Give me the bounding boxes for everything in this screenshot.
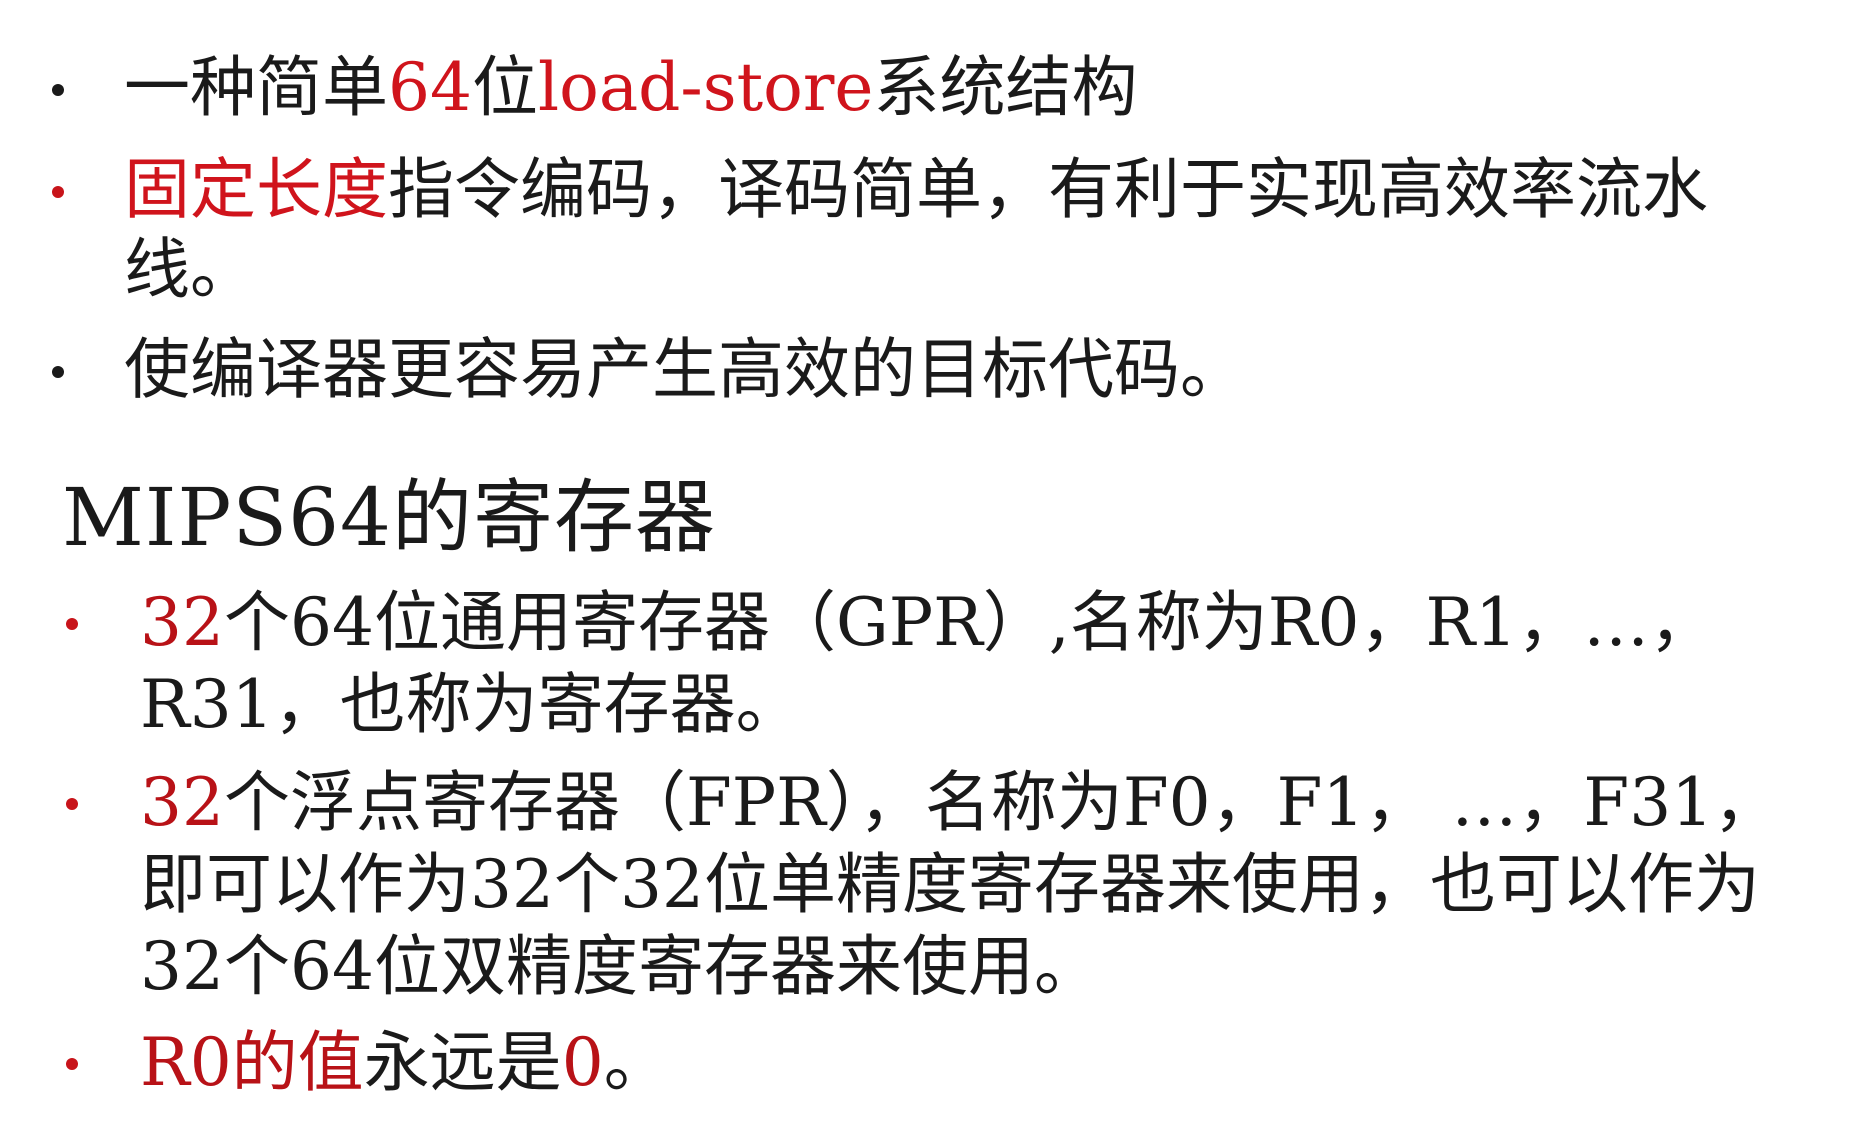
section-heading: MIPS64的寄存器 [62, 471, 716, 564]
bullet-item-fpr: 32个浮点寄存器（FPR），名称为F0，F1， …，F31，即可以作为32个32… [0, 762, 1820, 1008]
bullet-item-gpr: 32个64位通用寄存器（GPR）,名称为R0，R1，…，R31，也称为寄存器。 [0, 582, 1820, 746]
bullet-item-architecture: 一种简单64位load-store系统结构 [0, 48, 1784, 128]
bullet-text-part: 固定长度 [124, 151, 388, 228]
bullet-dot-icon [66, 798, 78, 810]
bullet-text-part: R0的值 [140, 1024, 364, 1101]
bullet-text-part: 32 [140, 584, 224, 661]
bullet-text-part: load-store [537, 49, 874, 126]
bullet-text-part: 个浮点寄存器（FPR），名称为F0，F1， …，F31，即可以作为32个32位单… [140, 764, 1780, 1005]
slide: 一种简单64位load-store系统结构 固定长度指令编码，译码简单，有利于实… [0, 0, 1862, 1138]
bullet-dot-icon [52, 366, 64, 378]
bullet-text-part: 系统结构 [873, 49, 1138, 126]
bullet-text-part: 使编译器更容易产生高效的目标代码。 [124, 331, 1246, 408]
bullet-item-fixed-length: 固定长度指令编码，译码简单，有利于实现高效率流水线。 [0, 150, 1784, 310]
bullet-dot-icon [66, 1058, 78, 1070]
bullet-item-r0: R0的值永远是0。 [0, 1022, 1820, 1104]
bullet-text-part: 位 [471, 49, 538, 126]
bullet-dot-icon [52, 186, 64, 198]
bullet-text-part: 一种简单 [124, 49, 388, 126]
bullet-text-part: 32 [140, 764, 224, 841]
bullet-item-compiler: 使编译器更容易产生高效的目标代码。 [0, 330, 1784, 410]
bullet-dot-icon [52, 84, 64, 96]
bullet-text-part: 永远是 [363, 1024, 562, 1101]
bullet-text-part: 。 [603, 1024, 670, 1101]
bullet-text-part: 0 [561, 1024, 604, 1101]
bullet-text-part: 64 [388, 49, 472, 126]
bullet-text-part: 个64位通用寄存器（GPR）,名称为R0，R1，…，R31，也称为寄存器。 [140, 584, 1716, 743]
bullet-dot-icon [66, 618, 78, 630]
